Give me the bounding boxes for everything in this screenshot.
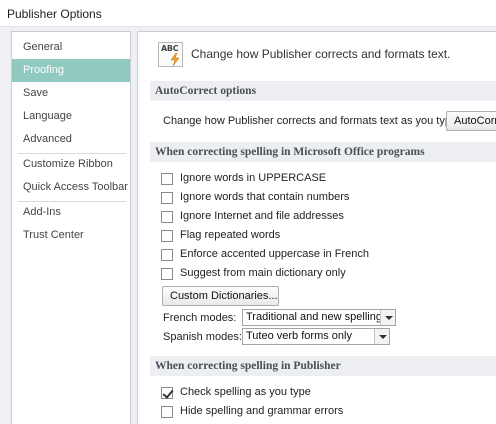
section-header-publisher-spelling: When correcting spelling in Publisher (150, 356, 496, 376)
checkbox[interactable] (161, 211, 173, 223)
sidebar-item-general[interactable]: General (12, 36, 130, 59)
section-header-office-spelling: When correcting spelling in Microsoft Of… (150, 142, 496, 162)
title-bar: Publisher Options (0, 0, 496, 27)
lightning-bolt-icon (170, 53, 180, 66)
french-modes-label: French modes: (163, 312, 237, 324)
spanish-modes-dropdown[interactable]: Tuteo verb forms only (242, 328, 390, 345)
custom-dictionaries-button[interactable]: Custom Dictionaries... (162, 286, 279, 306)
sidebar-item-advanced[interactable]: Advanced (12, 128, 130, 151)
autocorrect-description: Change how Publisher corrects and format… (163, 115, 461, 127)
checkbox[interactable] (161, 192, 173, 204)
sidebar-item-trust-center[interactable]: Trust Center (12, 224, 130, 247)
section-header-autocorrect: AutoCorrect options (150, 81, 496, 101)
checkbox[interactable] (161, 173, 173, 185)
sidebar-item-customize-ribbon[interactable]: Customize Ribbon (12, 153, 130, 176)
chevron-down-icon[interactable] (380, 310, 395, 325)
proofing-panel: ABC Change how Publisher corrects and fo… (137, 31, 496, 424)
window-title: Publisher Options (7, 7, 102, 21)
checkbox-checked[interactable] (161, 387, 173, 399)
sidebar-item-language[interactable]: Language (12, 105, 130, 128)
autocorrect-options-button[interactable]: AutoCorrect Options... (446, 111, 496, 131)
checkbox[interactable] (161, 268, 173, 280)
chevron-down-icon[interactable] (374, 329, 389, 344)
spanish-modes-label: Spanish modes: (163, 331, 242, 343)
sidebar-item-proofing[interactable]: Proofing (12, 59, 130, 82)
page-heading: Change how Publisher corrects and format… (191, 47, 451, 61)
checkbox[interactable] (161, 230, 173, 242)
checkbox[interactable] (161, 249, 173, 261)
sidebar-item-quick-access-toolbar[interactable]: Quick Access Toolbar (12, 176, 130, 199)
sidebar-nav: General Proofing Save Language Advanced … (11, 31, 131, 424)
checkbox[interactable] (161, 406, 173, 418)
french-modes-dropdown[interactable]: Traditional and new spellings (242, 309, 396, 326)
sidebar-item-save[interactable]: Save (12, 82, 130, 105)
sidebar-item-add-ins[interactable]: Add-Ins (12, 201, 130, 224)
abc-autocorrect-icon: ABC (158, 42, 183, 67)
